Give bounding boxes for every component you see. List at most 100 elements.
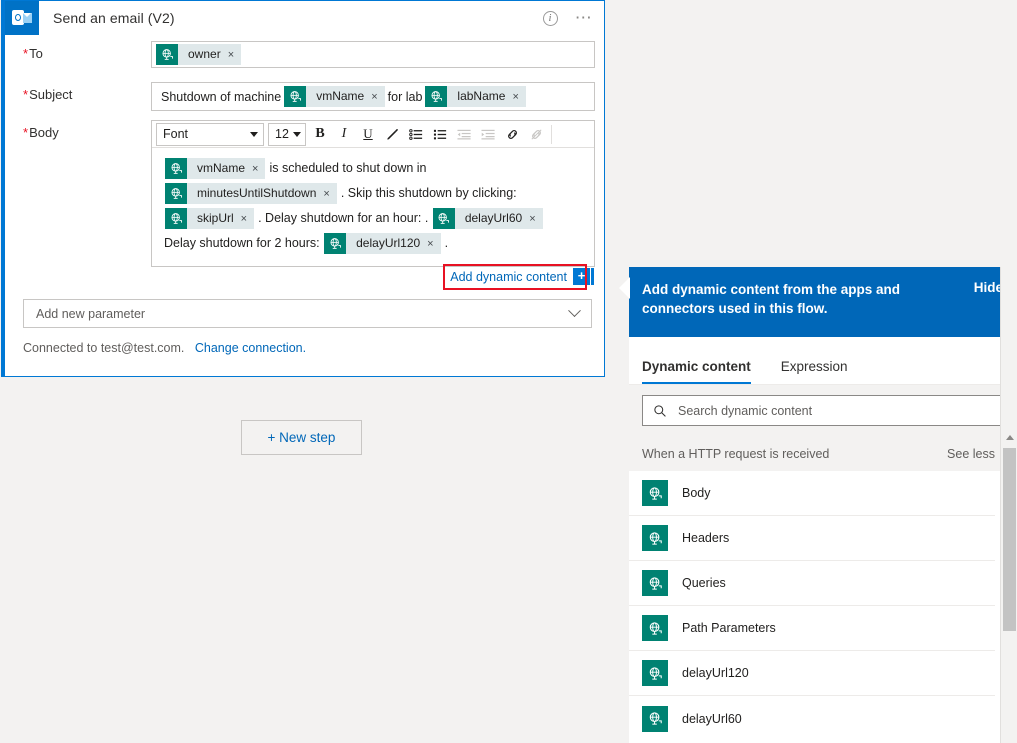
italic-icon[interactable]: I — [332, 123, 356, 146]
scroll-up-icon[interactable] — [1001, 430, 1017, 444]
token-chip[interactable]: owner × — [156, 44, 242, 65]
group-title: When a HTTP request is received — [642, 447, 830, 461]
more-options-icon[interactable]: ⋯ — [572, 6, 596, 30]
add-dynamic-content-control[interactable]: Add dynamic content + — [443, 264, 594, 290]
token-label: owner × — [178, 44, 242, 65]
body-rich-text-content[interactable]: vmName × is scheduled to shut down in min… — [152, 148, 594, 264]
to-label: *To — [23, 46, 43, 61]
chevron-down-icon — [568, 304, 581, 318]
token-chip[interactable]: vmName × — [165, 158, 266, 180]
add-dynamic-content-plus-button[interactable]: + — [573, 268, 590, 285]
tab-expression[interactable]: Expression — [781, 359, 848, 384]
list-item[interactable]: Path Parameters — [629, 606, 995, 651]
required-marker: * — [23, 87, 29, 102]
token-chip[interactable]: delayUrl60 × — [432, 208, 543, 230]
list-item[interactable]: delayUrl60 — [629, 696, 995, 741]
required-marker: * — [23, 125, 29, 140]
font-family-select[interactable]: Font — [156, 122, 264, 146]
dynamic-content-icon — [425, 86, 448, 107]
token-label: skipUrl × — [187, 208, 255, 230]
insert-link-icon[interactable] — [500, 123, 524, 146]
token-chip[interactable]: vmName × — [284, 86, 385, 107]
action-title: Send an email (V2) — [53, 10, 175, 26]
remove-token-icon[interactable]: × — [241, 213, 247, 225]
dynamic-content-group-header: When a HTTP request is received See less — [629, 437, 1017, 471]
flow-designer-canvas: Send an email (V2) i ⋯ *To owner × *Subj… — [0, 0, 627, 743]
body-text: . Delay shutdown for an hour: . — [258, 211, 429, 225]
search-input[interactable]: Search dynamic content — [642, 395, 1004, 426]
token-label: vmName × — [187, 158, 266, 180]
body-text: Delay shutdown for 2 hours: — [164, 236, 320, 250]
list-item[interactable]: Queries — [629, 561, 995, 606]
remove-token-icon[interactable]: × — [323, 188, 329, 200]
dynamic-content-icon — [642, 705, 668, 732]
font-size-select[interactable]: 12 — [268, 122, 306, 146]
token-chip[interactable]: skipUrl × — [165, 208, 255, 230]
new-step-button[interactable]: + New step — [241, 420, 362, 455]
add-new-parameter-dropdown[interactable]: Add new parameter — [23, 299, 592, 328]
text-highlight-icon[interactable] — [380, 123, 404, 146]
scrollbar-thumb[interactable] — [1003, 448, 1016, 631]
remove-token-icon[interactable]: × — [512, 91, 518, 103]
list-item[interactable]: Headers — [629, 516, 995, 561]
dynamic-content-icon — [642, 570, 668, 596]
numbered-list-icon[interactable] — [404, 123, 428, 146]
field-row-subject: *Subject Shutdown of machine vmName × for… — [5, 82, 609, 111]
token-label: vmName × — [306, 86, 385, 107]
bold-icon[interactable]: B — [308, 123, 332, 146]
remove-token-icon[interactable]: × — [427, 238, 433, 250]
token-label: labName × — [447, 86, 526, 107]
token-chip[interactable]: minutesUntilShutdown × — [165, 183, 337, 205]
token-label: minutesUntilShutdown × — [187, 183, 337, 205]
add-dynamic-content-link[interactable]: Add dynamic content — [450, 270, 567, 284]
list-item-label: Headers — [682, 531, 730, 545]
remove-token-icon[interactable]: × — [529, 213, 535, 225]
send-email-action-card[interactable]: Send an email (V2) i ⋯ *To owner × *Subj… — [1, 0, 605, 377]
dynamic-content-list: Body Headers Queries Path Parameters del… — [629, 471, 1017, 741]
list-item-label: Body — [682, 486, 711, 500]
underline-icon[interactable]: U — [356, 123, 380, 146]
tab-dynamic-content[interactable]: Dynamic content — [642, 359, 751, 384]
dynamic-content-icon — [642, 525, 668, 551]
remove-token-icon[interactable]: × — [252, 163, 258, 175]
body-editor[interactable]: Font 12 B I U vmName × is scheduled to s… — [151, 120, 595, 267]
subject-text: for lab — [387, 89, 423, 104]
app-root: Send an email (V2) i ⋯ *To owner × *Subj… — [0, 0, 1017, 743]
increase-indent-icon[interactable] — [476, 123, 500, 146]
list-item-label: Path Parameters — [682, 621, 776, 635]
search-section: Search dynamic content — [629, 385, 1017, 437]
info-icon[interactable]: i — [538, 6, 562, 30]
outlook-icon — [5, 1, 39, 35]
hide-flyout-button[interactable]: Hide — [964, 280, 1003, 295]
token-chip[interactable]: labName × — [425, 86, 526, 107]
flyout-scrollbar[interactable] — [1000, 267, 1017, 743]
token-label: delayUrl120 × — [346, 233, 441, 255]
list-item-label: Queries — [682, 576, 726, 590]
required-marker: * — [23, 46, 29, 61]
remove-token-icon[interactable]: × — [228, 49, 234, 61]
toolbar-divider — [551, 124, 552, 144]
token-chip[interactable]: delayUrl120 × — [324, 233, 441, 255]
subject-text: Shutdown of machine — [161, 89, 282, 104]
connection-text: Connected to test@test.com. — [23, 341, 185, 355]
decrease-indent-icon[interactable] — [452, 123, 476, 146]
dynamic-content-icon — [324, 233, 347, 255]
add-dynamic-content-accent-bar — [591, 268, 594, 285]
remove-token-icon[interactable]: × — [371, 91, 377, 103]
search-placeholder: Search dynamic content — [678, 403, 813, 418]
dynamic-content-icon — [156, 44, 178, 65]
remove-link-icon[interactable] — [524, 123, 548, 146]
action-header-buttons: i ⋯ — [538, 1, 596, 35]
flyout-title: Add dynamic content from the apps and co… — [642, 282, 901, 316]
dynamic-content-icon — [165, 158, 187, 180]
to-input[interactable]: owner × — [151, 41, 595, 68]
dynamic-content-icon — [642, 480, 668, 506]
change-connection-link[interactable]: Change connection. — [195, 341, 306, 355]
subject-input[interactable]: Shutdown of machine vmName × for lab labN… — [151, 82, 595, 111]
list-item[interactable]: delayUrl120 — [629, 651, 995, 696]
field-row-to: *To owner × — [5, 41, 609, 68]
bulleted-list-icon[interactable] — [428, 123, 452, 146]
dynamic-content-icon — [165, 183, 187, 205]
see-less-toggle[interactable]: See less — [947, 447, 995, 461]
list-item[interactable]: Body — [629, 471, 995, 516]
